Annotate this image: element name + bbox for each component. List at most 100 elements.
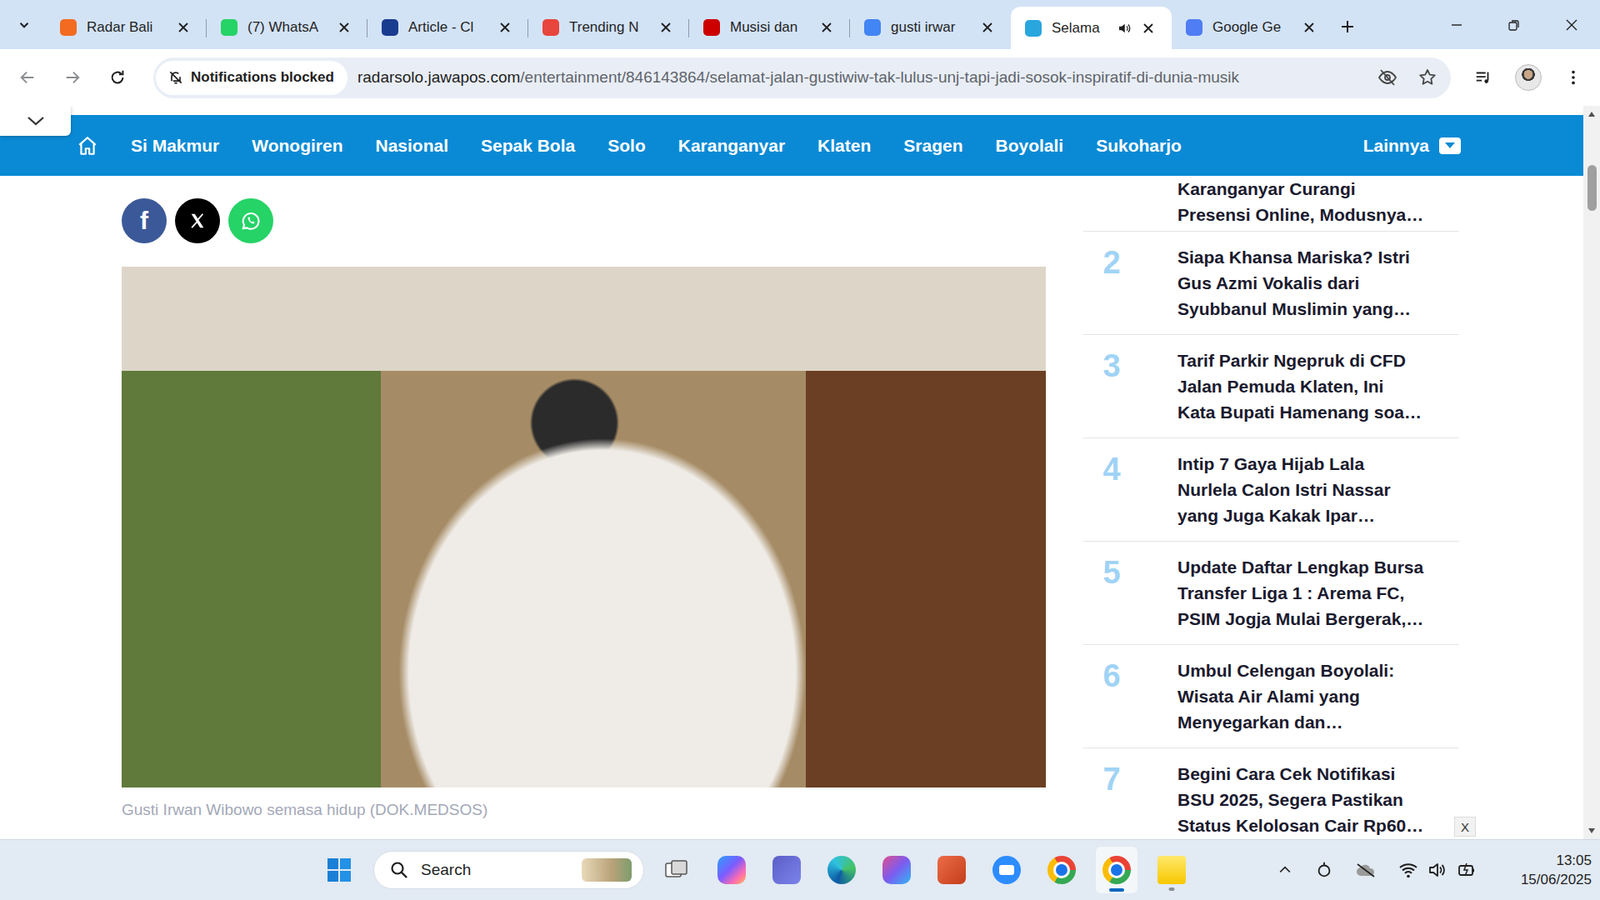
wifi-icon xyxy=(1398,860,1419,880)
sticky-notes-taskbar-button[interactable] xyxy=(1150,846,1193,894)
popular-article[interactable]: Karanganyar CurangiPresensi Online, Modu… xyxy=(1083,175,1460,232)
scroll-down-icon[interactable] xyxy=(1587,827,1596,835)
star-icon[interactable] xyxy=(1417,67,1438,88)
popular-article[interactable]: 4 Intip 7 Gaya Hijab LalaNurlela Calon I… xyxy=(1083,438,1460,542)
close-tab-icon[interactable] xyxy=(980,20,995,35)
m365-taskbar-button[interactable] xyxy=(875,846,918,894)
browser-tab[interactable]: Article - Cl xyxy=(367,7,529,48)
chrome-taskbar-button[interactable] xyxy=(1095,846,1138,894)
article-title: Begini Cara Cek NotifikasiBSU 2025, Sege… xyxy=(1177,760,1424,839)
browser-tab[interactable]: gusti irwar xyxy=(850,7,1011,48)
browser-tab[interactable]: Selama xyxy=(1010,6,1172,50)
zoom-icon xyxy=(992,855,1021,885)
tab-list: Radar Bali (7) WhatsA Article - Cl Trend… xyxy=(45,6,1333,50)
tab-search-button[interactable] xyxy=(7,8,41,42)
x-share-button[interactable] xyxy=(175,198,220,244)
more-menu[interactable]: Lainnya xyxy=(1363,135,1461,156)
close-tab-icon[interactable] xyxy=(820,20,834,35)
browser-tab[interactable]: (7) WhatsA xyxy=(206,7,368,48)
popular-article[interactable]: 6 Umbul Celengan Boyolali:Wisata Air Ala… xyxy=(1083,645,1460,749)
bell-off-icon xyxy=(167,69,185,86)
nav-item[interactable]: Si Makmur xyxy=(130,135,220,156)
browser-tab[interactable]: Trending N xyxy=(528,7,690,48)
scrollbar-thumb[interactable] xyxy=(1587,165,1597,211)
close-window-button[interactable] xyxy=(1542,0,1600,50)
collapse-button[interactable] xyxy=(0,105,71,136)
close-tab-icon[interactable] xyxy=(498,20,512,35)
facebook-share-button[interactable]: f xyxy=(121,198,167,244)
nav-item[interactable]: Solo xyxy=(607,135,646,156)
back-button[interactable] xyxy=(9,59,46,96)
nav-item[interactable]: Nasional xyxy=(375,135,449,156)
scrollbar[interactable] xyxy=(1583,105,1600,840)
tab-label: Selama xyxy=(1051,20,1107,37)
nav-item[interactable]: Wonogiren xyxy=(251,135,343,156)
powerpoint-taskbar-button[interactable] xyxy=(930,846,973,894)
nav-item[interactable]: Boyolali xyxy=(995,135,1065,156)
zoom-taskbar-button[interactable] xyxy=(985,846,1028,894)
copilot-taskbar-button[interactable] xyxy=(710,846,753,894)
tab-label: gusti irwar xyxy=(890,19,971,36)
tab-label: Article - Cl xyxy=(408,19,489,36)
close-tab-icon[interactable] xyxy=(176,20,190,35)
scroll-up-icon[interactable] xyxy=(1587,110,1596,118)
close-tab-icon[interactable] xyxy=(1302,20,1316,35)
browser-tab[interactable]: Radar Bali xyxy=(45,7,207,48)
favicon-icon xyxy=(703,19,720,36)
whatsapp-share-button[interactable] xyxy=(228,198,274,244)
new-tab-button[interactable] xyxy=(1332,11,1363,42)
edge-taskbar-button[interactable] xyxy=(820,846,863,894)
quick-settings[interactable] xyxy=(1398,860,1477,880)
speaker-icon[interactable] xyxy=(1116,20,1132,36)
tab-label: Trending N xyxy=(569,19,650,36)
article-title: Update Daftar Lengkap BursaTransfer Liga… xyxy=(1177,554,1424,632)
favicon-icon xyxy=(1025,20,1042,37)
chevron-up-icon[interactable] xyxy=(1276,861,1294,879)
nav-item[interactable]: Sepak Bola xyxy=(480,135,575,156)
task-view-taskbar-button[interactable] xyxy=(655,846,698,894)
close-tab-icon[interactable] xyxy=(1141,21,1155,35)
nav-item[interactable]: Klaten xyxy=(817,135,871,156)
browser-tab[interactable]: Musisi dan xyxy=(689,7,850,48)
minimize-button[interactable] xyxy=(1427,0,1485,50)
chrome-icon xyxy=(1102,855,1131,885)
close-tab-icon[interactable] xyxy=(337,20,351,35)
close-tab-icon[interactable] xyxy=(659,20,673,35)
nav-item[interactable]: Karanganyar xyxy=(678,135,785,156)
popular-article[interactable]: 2 Siapa Khansa Mariska? IstriGus Azmi Vo… xyxy=(1083,231,1460,335)
popular-article[interactable]: 7 Begini Cara Cek NotifikasiBSU 2025, Se… xyxy=(1083,748,1460,840)
chrome-menu-button[interactable] xyxy=(1555,59,1592,96)
favicon-icon xyxy=(1185,19,1203,36)
taskbar-search[interactable]: Search xyxy=(373,850,645,890)
location-icon[interactable] xyxy=(1315,860,1334,880)
teams-taskbar-button[interactable] xyxy=(765,846,808,894)
notifications-blocked-chip[interactable]: Notifications blocked xyxy=(155,60,348,95)
restore-button[interactable] xyxy=(1485,0,1543,50)
photo-caption: Gusti Irwan Wibowo semasa hidup (DOK.MED… xyxy=(121,800,1046,820)
windows-logo-icon xyxy=(326,857,352,883)
sticky-notes-icon xyxy=(1157,855,1186,885)
ad-close-button[interactable]: X xyxy=(1454,816,1476,837)
popular-article[interactable]: 3 Tarif Parkir Ngepruk di CFDJalan Pemud… xyxy=(1083,335,1460,439)
onedrive-icon[interactable] xyxy=(1355,860,1377,880)
profile-button[interactable] xyxy=(1510,59,1547,96)
nav-item[interactable]: Sukoharjo xyxy=(1095,135,1182,156)
tab-label: Google Ge xyxy=(1212,19,1293,36)
reload-button[interactable] xyxy=(99,59,136,96)
home-icon[interactable] xyxy=(76,135,99,157)
arrow-right-icon xyxy=(63,68,82,87)
category-nav: Si Makmur Wonogiren Nasional Sepak Bola Solo… xyxy=(0,115,1584,176)
address-bar[interactable]: Notifications blocked radarsolo.jawapos.… xyxy=(153,57,1451,99)
media-control-button[interactable] xyxy=(1465,59,1502,96)
favicon-icon xyxy=(864,19,881,36)
start-button[interactable] xyxy=(318,846,360,894)
chrome-taskbar-button[interactable] xyxy=(1040,846,1083,894)
eye-off-icon[interactable] xyxy=(1377,67,1398,88)
forward-button[interactable] xyxy=(54,59,91,96)
browser-tab[interactable]: Google Ge xyxy=(1171,7,1333,48)
popular-article[interactable]: 5 Update Daftar Lengkap BursaTransfer Li… xyxy=(1083,541,1460,645)
queue-music-icon xyxy=(1474,68,1493,87)
nav-item[interactable]: Sragen xyxy=(903,135,963,156)
clock[interactable]: 13:05 15/06/2025 xyxy=(1516,850,1592,890)
restore-icon xyxy=(1507,18,1521,32)
